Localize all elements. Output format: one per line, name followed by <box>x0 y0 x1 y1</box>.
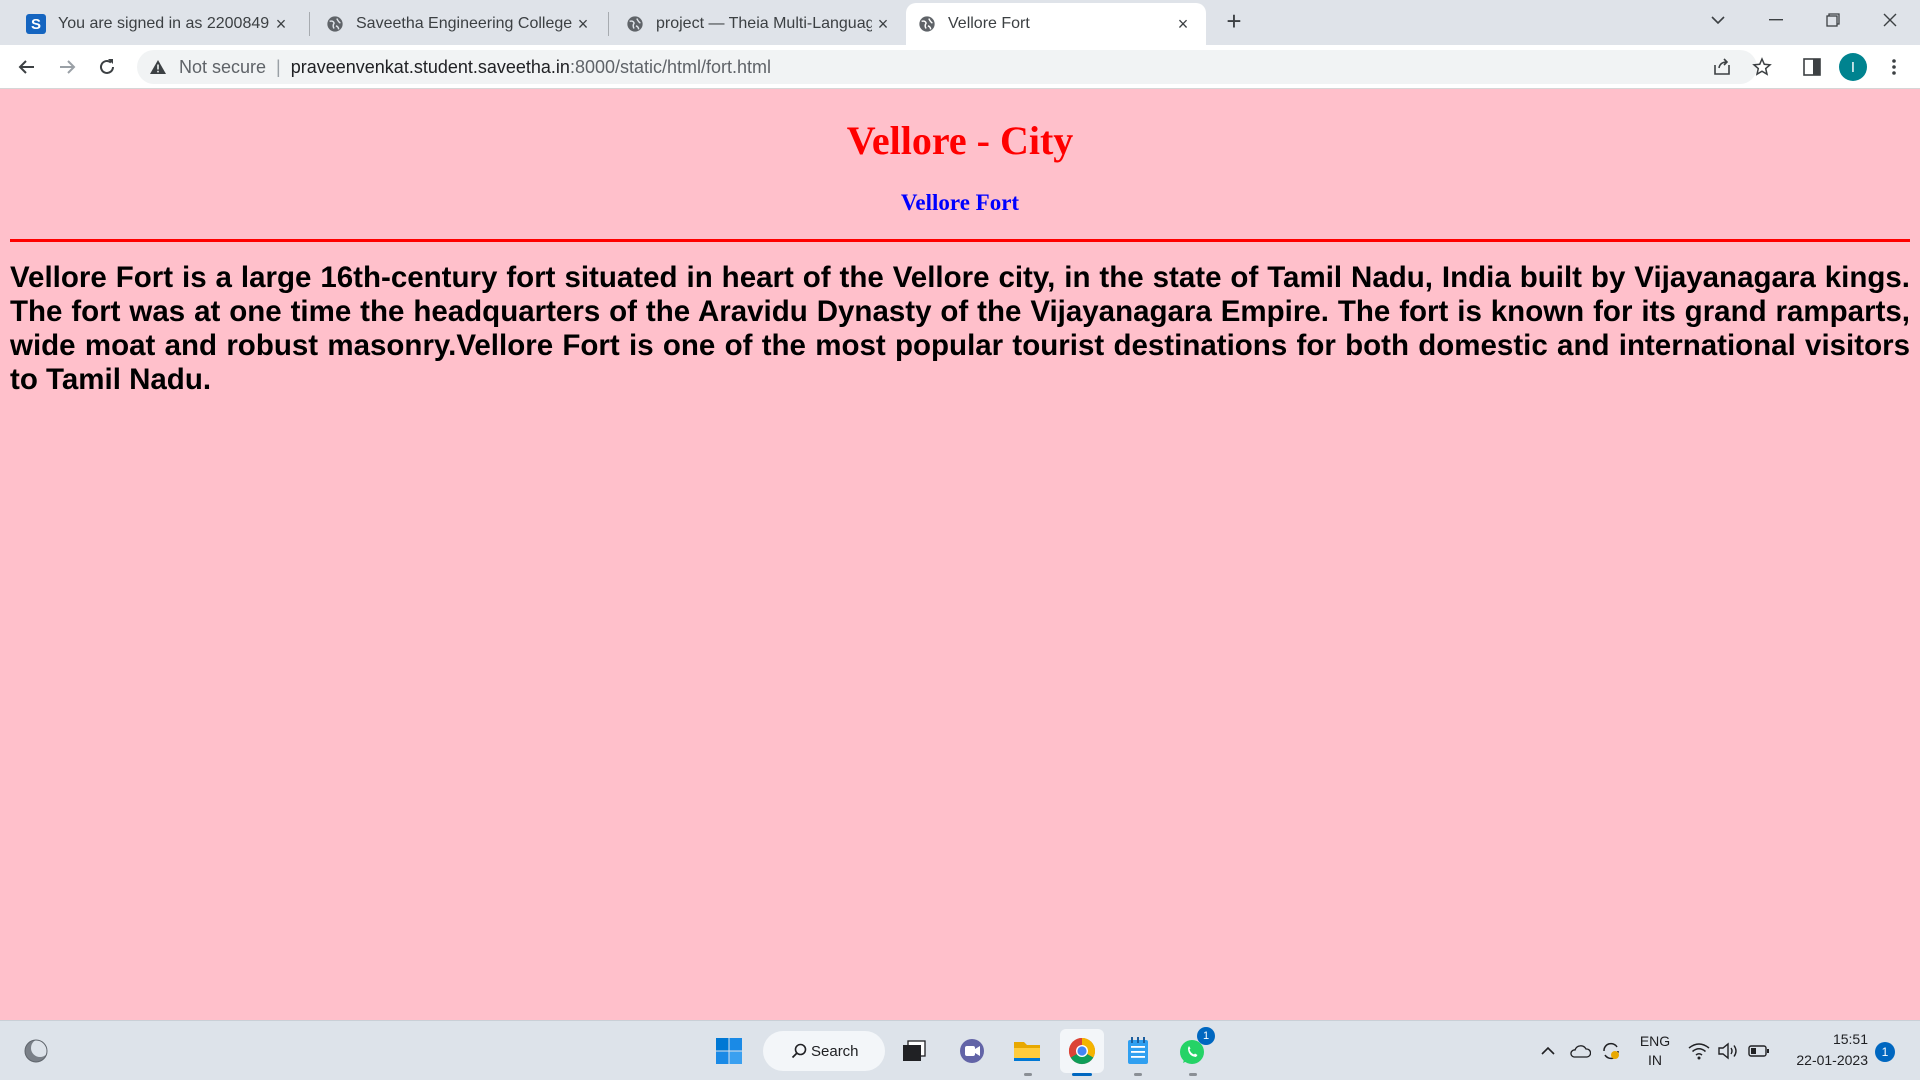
side-panel-icon[interactable] <box>1796 51 1828 83</box>
browser-toolbar: Not secure | praveenvenkat.student.savee… <box>0 45 1920 89</box>
url-path: :8000/static/html/fort.html <box>569 56 772 77</box>
page-title: Vellore - City <box>846 118 1074 163</box>
file-explorer-icon[interactable] <box>1005 1029 1049 1073</box>
volume-icon[interactable] <box>1717 1021 1739 1080</box>
running-indicator <box>1024 1073 1032 1076</box>
restore-button[interactable] <box>1805 0 1861 40</box>
tab-signed-in[interactable]: S You are signed in as 22008497 × <box>14 3 304 45</box>
close-icon[interactable]: × <box>572 13 594 35</box>
show-hidden-icons-chevron-icon[interactable] <box>1540 1021 1556 1080</box>
language-region: IN <box>1648 1052 1662 1068</box>
notification-badge[interactable]: 1 <box>1875 1042 1895 1062</box>
tab-saveetha-engineering[interactable]: Saveetha Engineering College × <box>314 3 606 45</box>
language-code: ENG <box>1639 1033 1671 1049</box>
globe-icon <box>627 16 643 32</box>
address-divider: | <box>276 56 281 77</box>
reload-button[interactable] <box>91 51 123 83</box>
clock-time: 15:51 <box>1832 1031 1868 1047</box>
notepad-icon[interactable] <box>1116 1029 1160 1073</box>
battery-icon[interactable] <box>1748 1021 1770 1080</box>
security-label[interactable]: Not secure <box>179 57 266 78</box>
tab-divider <box>608 12 609 36</box>
running-indicator <box>1189 1073 1197 1076</box>
forward-button[interactable] <box>51 51 83 83</box>
reload-icon <box>100 59 114 74</box>
close-icon[interactable]: × <box>872 13 894 35</box>
warning-triangle-icon <box>150 60 166 74</box>
new-tab-button[interactable]: + <box>1220 6 1248 36</box>
tab-title: project — Theia Multi-Language <box>656 15 872 32</box>
back-button[interactable] <box>11 51 43 83</box>
teams-chat-icon[interactable] <box>950 1029 994 1073</box>
tab-divider <box>309 12 310 36</box>
globe-icon <box>327 16 343 32</box>
active-indicator <box>1072 1073 1092 1076</box>
kebab-menu-icon[interactable] <box>1878 51 1910 83</box>
sync-icon[interactable] <box>1600 1021 1622 1080</box>
minimize-button[interactable] <box>1748 0 1804 40</box>
globe-icon <box>919 16 935 32</box>
wifi-icon[interactable] <box>1688 1021 1710 1080</box>
chrome-icon[interactable] <box>1060 1029 1104 1073</box>
language-indicator[interactable]: ENG IN <box>1637 1021 1673 1080</box>
tab-vellore-fort[interactable]: Vellore Fort × <box>906 3 1206 45</box>
window-close-button[interactable] <box>1862 0 1918 40</box>
weather-widget-icon[interactable] <box>14 1029 58 1073</box>
onedrive-cloud-icon[interactable] <box>1569 1021 1591 1080</box>
profile-avatar[interactable]: I <box>1837 51 1869 83</box>
tab-search-chevron-icon[interactable] <box>1690 0 1746 40</box>
search-label: Search <box>811 1042 859 1060</box>
tab-strip: S You are signed in as 22008497 × Saveet… <box>0 0 1920 45</box>
close-icon[interactable]: × <box>270 13 292 35</box>
address-bar[interactable]: Not secure | praveenvenkat.student.savee… <box>137 50 1757 84</box>
windows-taskbar: Search 1 ENG IN 15:51 22-01-2023 1 <box>0 1020 1920 1080</box>
avatar: I <box>1839 53 1867 81</box>
system-clock[interactable]: 15:51 22-01-2023 <box>1788 1029 1868 1071</box>
share-icon[interactable] <box>1706 51 1738 83</box>
url-host: praveenvenkat.student.saveetha.in <box>290 56 570 77</box>
back-arrow-icon <box>18 60 34 74</box>
tab-title: You are signed in as 22008497 <box>58 15 270 32</box>
horizontal-rule <box>10 239 1910 242</box>
tab-title: Saveetha Engineering College <box>356 15 572 32</box>
taskbar-search[interactable]: Search <box>763 1031 885 1071</box>
saveetha-s-icon: S <box>26 14 46 34</box>
forward-arrow-icon <box>60 60 76 74</box>
whatsapp-badge: 1 <box>1197 1027 1215 1045</box>
description-paragraph: Vellore Fort is a large 16th-century for… <box>10 261 1910 396</box>
start-button[interactable] <box>707 1029 751 1073</box>
tab-title: Vellore Fort <box>948 15 1030 32</box>
close-icon[interactable]: × <box>1172 13 1194 35</box>
whatsapp-icon[interactable]: 1 <box>1171 1027 1215 1073</box>
task-view-icon[interactable] <box>892 1029 936 1073</box>
clock-date: 22-01-2023 <box>1796 1052 1868 1068</box>
bookmark-star-icon[interactable] <box>1746 51 1778 83</box>
running-indicator <box>1134 1073 1142 1076</box>
search-icon <box>791 1043 807 1059</box>
page-subtitle: Vellore Fort <box>900 190 1020 215</box>
windows-logo-icon <box>716 1038 742 1064</box>
tab-theia-project[interactable]: project — Theia Multi-Language × <box>614 3 906 45</box>
web-page: Vellore - City Vellore Fort Vellore Fort… <box>0 89 1920 1020</box>
